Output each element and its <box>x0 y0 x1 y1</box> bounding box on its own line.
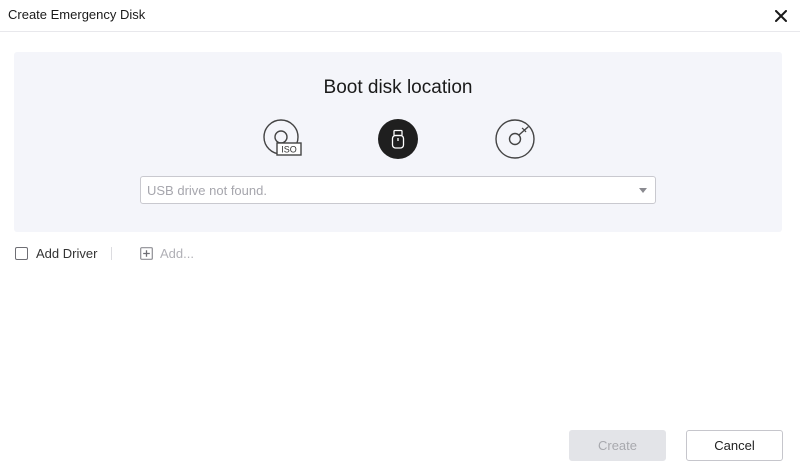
close-icon <box>775 10 787 22</box>
iso-badge: ISO <box>281 145 297 155</box>
title-bar: Create Emergency Disk <box>0 0 800 32</box>
chevron-down-icon <box>639 188 647 193</box>
create-button[interactable]: Create <box>569 430 666 461</box>
iso-disc-icon: ISO <box>263 119 302 156</box>
usb-drive-dropdown[interactable]: USB drive not found. <box>140 176 656 204</box>
close-button[interactable] <box>770 5 792 27</box>
plus-box-icon <box>140 246 153 260</box>
add-driver-label: Add Driver <box>36 245 98 261</box>
add-driver-checkbox[interactable]: Add Driver <box>15 244 97 262</box>
boot-location-title: Boot disk location <box>323 77 473 98</box>
usb-drive-dropdown-value: USB drive not found. <box>147 183 267 198</box>
window-title: Create Emergency Disk <box>8 7 146 22</box>
add-driver-button-label: Add... <box>160 245 194 261</box>
cd-dvd-icon <box>495 119 535 159</box>
usb-drive-icon <box>378 119 418 159</box>
add-driver-button[interactable]: Add... <box>140 244 194 262</box>
divider <box>111 247 112 260</box>
boot-option-usb[interactable] <box>377 118 419 160</box>
boot-option-cd-dvd[interactable] <box>494 118 536 160</box>
cancel-button[interactable]: Cancel <box>686 430 783 461</box>
boot-option-iso[interactable]: ISO <box>262 118 304 160</box>
boot-location-panel: Boot disk location ISO USB drive not fou… <box>14 52 782 232</box>
checkbox-box[interactable] <box>15 246 28 260</box>
